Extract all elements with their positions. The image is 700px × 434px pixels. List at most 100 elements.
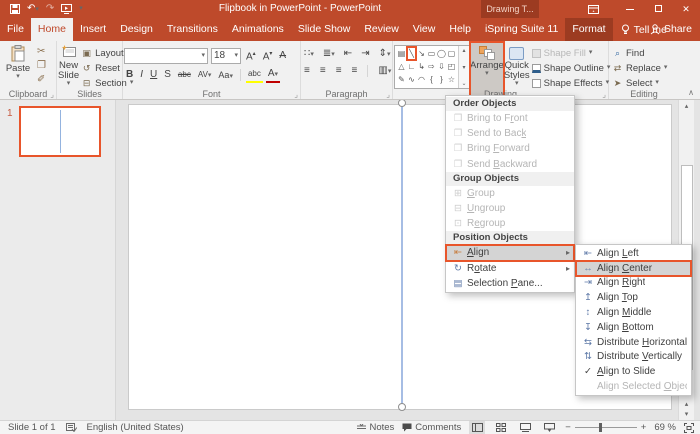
align-text-center-button[interactable]: ≡ — [318, 64, 328, 78]
left-brace-shape[interactable]: { — [427, 73, 436, 86]
line-spacing-button[interactable]: ⇕▾ — [377, 47, 393, 61]
fit-to-window-icon[interactable] — [684, 422, 694, 433]
comments-button[interactable]: Comments — [402, 422, 461, 433]
zoom-in-icon[interactable]: + — [641, 422, 647, 433]
shape-outline-button[interactable]: Shape Outline ▾ — [530, 61, 613, 75]
tab-view[interactable]: View — [406, 18, 443, 41]
menu-item-align-to-slide[interactable]: ✓ Align to Slide — [576, 364, 691, 379]
copy-icon[interactable]: ❐ — [35, 60, 48, 72]
tab-animations[interactable]: Animations — [225, 18, 291, 41]
paste-button[interactable]: Paste ▾ — [1, 43, 35, 87]
numbering-button[interactable]: ≣▾ — [321, 47, 337, 61]
zoom-slider-track[interactable] — [574, 423, 637, 432]
clipboard-dialog-launcher-icon[interactable]: ⌟ — [50, 90, 54, 99]
menu-item-selection-pane[interactable]: ▤ Selection Pane... — [446, 276, 574, 291]
gallery-more-icon[interactable]: ⌄ — [461, 80, 466, 87]
triangle-shape[interactable]: △ — [397, 60, 406, 73]
font-name-combo[interactable]: ▾ — [124, 47, 208, 64]
tab-insert[interactable]: Insert — [73, 18, 113, 41]
notes-button[interactable]: Notes — [357, 422, 394, 433]
right-brace-shape[interactable]: } — [437, 73, 446, 86]
increase-indent-button[interactable]: ⇥ — [359, 47, 371, 61]
decrease-indent-button[interactable]: ⇤ — [342, 47, 354, 61]
slide-show-button[interactable] — [541, 421, 557, 434]
select-button[interactable]: ➤ Select ▾ — [610, 76, 669, 90]
justify-button[interactable]: ≡ — [350, 64, 360, 78]
arc-shape[interactable]: ◠ — [417, 73, 426, 86]
bold-button[interactable]: B — [124, 68, 135, 82]
spell-check-icon[interactable] — [65, 423, 77, 432]
gallery-down-icon[interactable]: ▾ — [462, 64, 465, 71]
find-button[interactable]: ⌕ Find — [610, 46, 669, 60]
tab-review[interactable]: Review — [357, 18, 405, 41]
tab-design[interactable]: Design — [113, 18, 160, 41]
gallery-up-icon[interactable]: ▴ — [462, 47, 465, 54]
tab-ispring-suite[interactable]: iSpring Suite 11 — [478, 18, 565, 41]
oval-shape[interactable]: ◯ — [437, 47, 446, 60]
format-painter-icon[interactable]: ✐ — [35, 74, 48, 86]
menu-item-distribute-vertically[interactable]: ⇅ Distribute Vertically — [576, 350, 691, 365]
quick-styles-button[interactable]: Quick Styles ▾ — [504, 43, 530, 87]
selected-line-shape[interactable] — [401, 105, 403, 405]
strikethrough-button[interactable]: abc — [176, 68, 193, 82]
menu-item-align-bottom[interactable]: ↧ Align Bottom — [576, 320, 691, 335]
collapse-ribbon-icon[interactable]: ∧ — [688, 88, 694, 97]
drawing-dialog-launcher-icon[interactable]: ⌟ — [602, 90, 606, 99]
bullets-button[interactable]: ∷▾ — [302, 47, 316, 61]
start-from-beginning-icon[interactable] — [61, 4, 73, 14]
menu-item-align-top[interactable]: ↥ Align Top — [576, 290, 691, 305]
elbow-connector-shape[interactable]: ∟ — [407, 60, 416, 73]
text-box-shape[interactable]: ▤ — [397, 47, 406, 60]
decrease-font-button[interactable]: A▾ — [261, 47, 275, 64]
corner-shape[interactable]: ◰ — [447, 60, 456, 73]
tab-help[interactable]: Help — [442, 18, 478, 41]
tab-file[interactable]: File — [0, 18, 31, 41]
star-shape[interactable]: ☆ — [447, 73, 456, 86]
next-slide-icon[interactable]: ▾ — [685, 410, 689, 418]
tab-transitions[interactable]: Transitions — [160, 18, 225, 41]
change-case-button[interactable]: Aa▾ — [216, 68, 235, 82]
zoom-out-icon[interactable]: − — [565, 422, 571, 433]
tab-format[interactable]: Format — [565, 18, 613, 41]
down-arrow-shape[interactable]: ⇩ — [437, 60, 446, 73]
menu-item-align-left[interactable]: ⇤ Align Left — [576, 246, 691, 261]
previous-slide-icon[interactable]: ▴ — [685, 400, 689, 408]
freeform-shape[interactable]: ✎ — [397, 73, 406, 86]
line-bottom-handle[interactable] — [398, 403, 406, 411]
line-top-handle[interactable] — [398, 99, 406, 107]
tab-slide-show[interactable]: Slide Show — [291, 18, 358, 41]
right-arrow-shape[interactable]: ⇨ — [427, 60, 436, 73]
menu-item-align[interactable]: ⇤ Align ▸ — [445, 244, 575, 262]
customize-qat-button[interactable]: ▾ — [79, 0, 83, 18]
shapes-gallery-scroll[interactable]: ▴ ▾ ⌄ — [458, 46, 469, 88]
close-button[interactable]: ✕ — [672, 0, 700, 18]
italic-button[interactable]: I — [138, 68, 145, 82]
columns-button[interactable]: ▥▾ — [376, 64, 393, 78]
slide-thumbnail[interactable] — [19, 106, 101, 157]
reading-view-button[interactable] — [517, 421, 533, 434]
font-dialog-launcher-icon[interactable]: ⌟ — [294, 90, 298, 99]
language-indicator[interactable]: English (United States) — [87, 422, 184, 433]
minimize-button[interactable] — [616, 0, 644, 18]
zoom-slider-thumb[interactable] — [598, 423, 602, 432]
slide-sorter-view-button[interactable] — [493, 421, 509, 434]
font-size-combo[interactable]: 18 ▾ — [211, 47, 241, 64]
menu-item-align-right[interactable]: ⇥ Align Right — [576, 276, 691, 291]
character-spacing-button[interactable]: AV▾ — [196, 68, 214, 82]
replace-button[interactable]: ⇄ Replace ▾ — [610, 61, 669, 75]
rectangle-shape[interactable]: ▭ — [427, 47, 436, 60]
elbow-arrow-connector-shape[interactable]: ↳ — [417, 60, 426, 73]
tab-home[interactable]: Home — [30, 18, 73, 41]
increase-font-button[interactable]: A▴ — [244, 47, 258, 64]
scroll-up-icon[interactable]: ▴ — [679, 100, 694, 113]
menu-item-rotate[interactable]: ↻ Rotate ▸ — [446, 261, 574, 276]
align-text-left-button[interactable]: ≡ — [302, 64, 312, 78]
curve-shape[interactable]: ∿ — [407, 73, 416, 86]
menu-item-align-middle[interactable]: ↕ Align Middle — [576, 305, 691, 320]
font-color-button[interactable]: A▾ — [265, 67, 281, 84]
normal-view-button[interactable] — [469, 421, 486, 434]
rounded-rectangle-shape[interactable]: ▢ — [447, 47, 456, 60]
line-shape[interactable]: ╲ — [406, 46, 417, 61]
share-button[interactable]: Share — [650, 18, 692, 41]
arrow-shape[interactable]: ↘ — [417, 47, 426, 60]
